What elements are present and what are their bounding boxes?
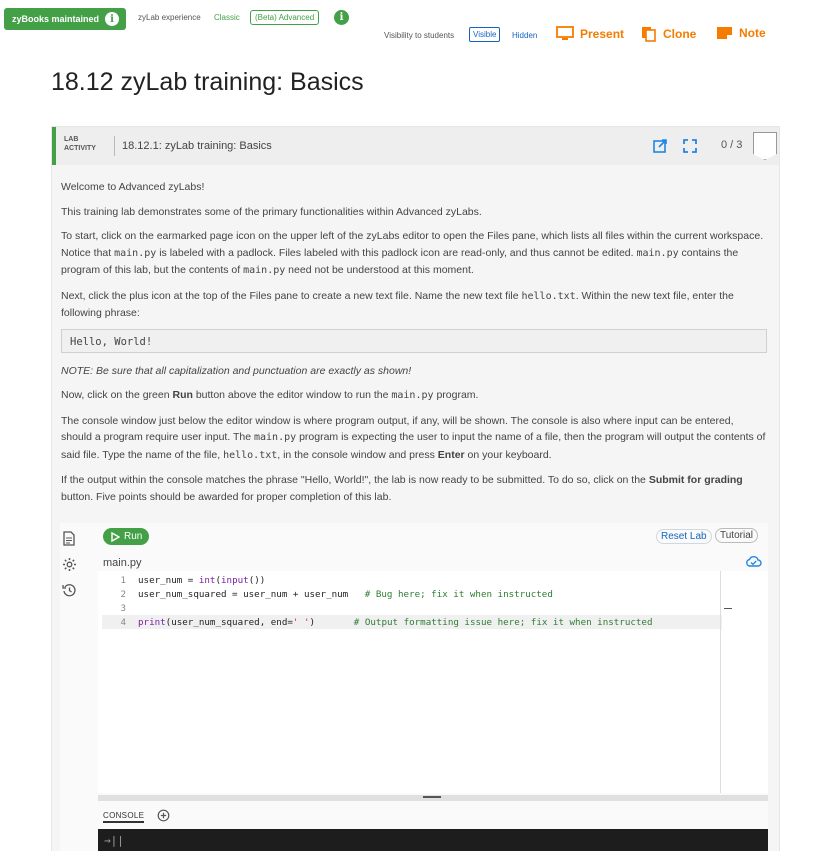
open-external-icon[interactable] (653, 139, 667, 153)
present-button[interactable]: Present (556, 26, 624, 41)
zylab-experience-label: zyLab experience (138, 13, 201, 22)
note-button[interactable]: Note (716, 26, 766, 40)
cloud-saved-icon (746, 556, 762, 567)
code-editor[interactable]: 1 user_num = int(input()) 2 user_num_squar… (98, 571, 768, 793)
info-icon[interactable]: i (105, 12, 120, 26)
console-paragraph: The console window just below the editor… (61, 414, 766, 461)
editor-vertical-scrollbar[interactable] (720, 571, 721, 793)
description-paragraph: This training lab demonstrates some of t… (61, 205, 482, 218)
monitor-icon (556, 26, 574, 40)
clone-button[interactable]: Clone (641, 26, 696, 42)
code-line: 1 user_num = int(input()) (120, 575, 266, 586)
note-paragraph: NOTE: Be sure that all capitalization an… (61, 364, 412, 377)
code-line: 3 (120, 603, 126, 614)
present-label: Present (580, 26, 625, 41)
completion-badge (753, 132, 777, 160)
score-label: 0 / 3 (721, 139, 743, 151)
code-line: 2 user_num_squared = user_num + user_num … (120, 589, 553, 600)
code-line: 4 print(user_num_squared, end=' ') # Outp… (120, 617, 653, 628)
tag-line-1: LAB (64, 136, 79, 143)
advanced-option[interactable]: (Beta) Advanced (250, 10, 320, 25)
hidden-toggle[interactable]: Hidden (512, 31, 537, 40)
activity-name: 18.12.1: zyLab training: Basics (122, 140, 272, 152)
new-file-paragraph: Next, click the plus icon at the top of … (61, 289, 734, 320)
header-divider (114, 136, 115, 156)
add-console-icon[interactable] (157, 809, 170, 822)
fullscreen-icon[interactable] (683, 139, 697, 153)
lab-activity-tag: LAB ACTIVITY (64, 135, 96, 153)
run-button[interactable]: Run (103, 528, 149, 545)
phrase-code-block: Hello, World! (61, 328, 767, 353)
zybooks-maintained-badge: zyBooks maintained i (4, 8, 126, 30)
file-tab-main-py[interactable]: main.py (103, 557, 142, 569)
overview-ruler-mark (724, 608, 732, 609)
zylabs-editor: Run Reset Lab Tutorial main.py 1 user_num… (60, 523, 768, 851)
clone-label: Clone (663, 27, 697, 41)
visibility-label: Visibility to students (384, 31, 455, 40)
page-title: 18.12 zyLab training: Basics (51, 68, 364, 96)
experience-info-icon[interactable]: i (334, 10, 349, 25)
editor-resize-bar[interactable] (98, 795, 768, 801)
files-icon[interactable] (62, 531, 76, 546)
console-prompt: →|| (104, 834, 124, 847)
run-label: Run (124, 531, 143, 542)
submit-paragraph: If the output within the console matches… (61, 474, 743, 503)
activity-header: LAB ACTIVITY 18.12.1: zyLab training: Ba… (52, 127, 779, 165)
play-icon (111, 531, 120, 542)
note-label: Note (739, 26, 766, 40)
tutorial-button[interactable]: Tutorial (715, 528, 758, 543)
resize-handle[interactable] (423, 796, 441, 798)
intro-paragraph: Welcome to Advanced zyLabs! (61, 181, 205, 193)
reset-lab-button[interactable]: Reset Lab (656, 529, 712, 544)
instructions: Welcome to Advanced zyLabs! This trainin… (61, 179, 767, 513)
run-paragraph: Now, click on the green Run button above… (61, 389, 479, 401)
history-icon[interactable] (62, 583, 77, 598)
console-tab[interactable]: CONSOLE (103, 811, 145, 823)
lab-activity: LAB ACTIVITY 18.12.1: zyLab training: Ba… (51, 126, 780, 851)
tag-line-2: ACTIVITY (64, 145, 96, 152)
settings-gear-icon[interactable] (62, 557, 77, 572)
console-terminal[interactable]: →|| (98, 829, 768, 851)
copy-icon (642, 27, 656, 42)
visible-toggle[interactable]: Visible (469, 27, 501, 42)
classic-option[interactable]: Classic (214, 13, 240, 22)
maintained-label: zyBooks maintained (12, 14, 100, 24)
files-pane-paragraph: To start, click on the earmarked page ic… (61, 230, 764, 276)
note-icon (717, 27, 732, 39)
